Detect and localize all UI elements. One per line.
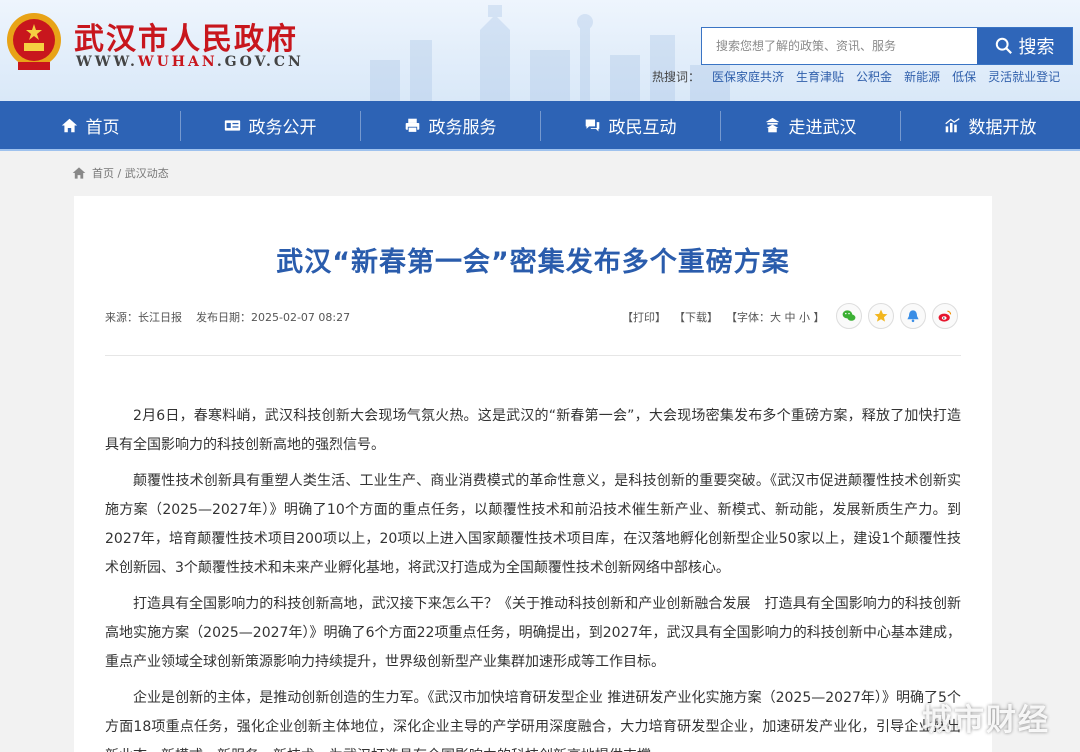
paragraph: 2月6日，春寒料峭，武汉科技创新大会现场气氛火热。这是武汉的“新春第一会”，大会… — [105, 408, 961, 453]
share-weibo-button[interactable] — [932, 303, 958, 329]
url-suffix: .GOV.CN — [216, 54, 304, 70]
watermark: 城市财经 — [922, 703, 1050, 738]
nav-label: 政民互动 — [608, 117, 677, 138]
share-wechat-button[interactable] — [836, 303, 862, 329]
national-emblem-logo — [7, 13, 61, 70]
article-meta: 来源：长江日报 发布日期：2025-02-07 08:27 — [105, 309, 350, 325]
star-icon — [874, 309, 888, 322]
nav-item-about-wuhan[interactable]: 走进武汉 — [720, 101, 900, 149]
nav-label: 走进武汉 — [788, 117, 857, 138]
main-nav: 首页 政务公开 政务服务 政民互动 走进武汉 数据开放 — [0, 101, 1080, 151]
url-prefix: WWW. — [76, 54, 138, 70]
nav-item-interaction[interactable]: 政民互动 — [540, 101, 720, 149]
hotword-link[interactable]: 生育津贴 — [796, 68, 844, 85]
article-tools: 【打印】 【下载】 【字体：大 中 小 】 — [622, 309, 825, 325]
search-input[interactable] — [702, 28, 977, 64]
breadcrumb: 首页 / 武汉动态 — [72, 165, 169, 181]
printer-icon — [405, 118, 419, 133]
nav-item-gov-affairs[interactable]: 政务公开 — [180, 101, 360, 149]
nav-label: 政务服务 — [428, 117, 497, 138]
url-highlight: WUHAN — [137, 54, 217, 70]
paragraph: 企业是创新的主体，是推动创新创造的生力军。《武汉市加快培育研发型企业 推进研发产… — [105, 690, 961, 752]
site-url: WWW.WUHAN.GOV.CN — [76, 54, 304, 70]
nav-item-open-data[interactable]: 数据开放 — [900, 101, 1080, 149]
weibo-icon — [938, 310, 952, 322]
print-button[interactable]: 【打印】 — [622, 309, 666, 325]
paragraph: 打造具有全国影响力的科技创新高地，武汉接下来怎么干？《关于推动科技创新和产业创新… — [105, 596, 961, 670]
font-size-control[interactable]: 【字体：大 中 小 】 — [726, 309, 825, 325]
share-bar — [836, 303, 958, 329]
home-icon — [61, 118, 77, 132]
id-card-icon — [224, 119, 240, 131]
nav-item-home[interactable]: 首页 — [0, 101, 180, 149]
nav-item-gov-services[interactable]: 政务服务 — [360, 101, 540, 149]
favorite-button[interactable] — [868, 303, 894, 329]
search-icon — [995, 37, 1012, 54]
qq-bell-icon — [907, 310, 919, 323]
breadcrumb-path[interactable]: 首页 / 武汉动态 — [92, 165, 169, 181]
divider — [105, 355, 961, 356]
wechat-icon — [842, 310, 856, 321]
nav-label: 政务公开 — [248, 117, 317, 138]
article-source: 来源：长江日报 — [105, 311, 182, 324]
article-title: 武汉“新春第一会”密集发布多个重磅方案 — [276, 247, 790, 278]
hotword-link[interactable]: 医保家庭共济 — [712, 68, 784, 85]
article-card: 武汉“新春第一会”密集发布多个重磅方案 来源：长江日报 发布日期：2025-02… — [74, 196, 992, 752]
article-date: 发布日期：2025-02-07 08:27 — [196, 311, 351, 324]
nav-label: 首页 — [85, 117, 120, 138]
chart-icon — [944, 117, 960, 132]
landmark-icon — [765, 117, 779, 132]
site-header: 武汉市人民政府 WWW.WUHAN.GOV.CN 搜索 热搜词： 医保家庭共济 … — [0, 0, 1080, 101]
skyline-illustration — [370, 5, 730, 101]
article-body: 2月6日，春寒料峭，武汉科技创新大会现场气氛火热。这是武汉的“新春第一会”，大会… — [105, 402, 961, 752]
download-button[interactable]: 【下载】 — [674, 309, 718, 325]
hotword-link[interactable]: 新能源 — [904, 68, 940, 85]
hotword-link[interactable]: 公积金 — [856, 68, 892, 85]
search-button-label: 搜索 — [1018, 37, 1055, 58]
search-box: 搜索 — [701, 27, 1073, 65]
search-button[interactable]: 搜索 — [977, 28, 1072, 64]
nav-label: 数据开放 — [968, 117, 1037, 138]
home-icon — [72, 167, 86, 179]
chat-icon — [585, 119, 599, 131]
hotword-link[interactable]: 低保 — [952, 68, 976, 85]
hotwords-label: 热搜词： — [652, 70, 701, 84]
paragraph: 颠覆性技术创新具有重塑人类生活、工业生产、商业消费模式的革命性意义，是科技创新的… — [105, 473, 961, 576]
site-name[interactable]: 武汉市人民政府 — [74, 14, 298, 58]
share-qq-button[interactable] — [900, 303, 926, 329]
hotword-link[interactable]: 灵活就业登记 — [988, 68, 1060, 85]
hotwords-bar: 热搜词： 医保家庭共济 生育津贴 公积金 新能源 低保 灵活就业登记 — [652, 68, 1060, 85]
